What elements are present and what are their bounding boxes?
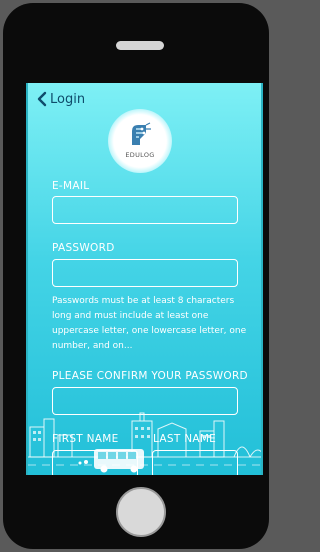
email-label: E-MAIL [52,180,90,192]
logo-text: EDULOG [125,151,155,159]
logo-badge: EDULOG [116,117,164,165]
last-name-label: LAST NAME [153,433,217,445]
confirm-password-label: PLEASE CONFIRM YOUR PASSWORD [52,370,248,382]
first-name-label: FIRST NAME [52,433,119,445]
email-field[interactable] [52,196,238,224]
back-label: Login [50,91,86,107]
speaker-grille [116,41,164,50]
home-button[interactable] [116,487,166,537]
last-name-field[interactable] [152,450,238,475]
first-name-field[interactable] [52,450,138,475]
back-button[interactable]: Login [36,91,85,107]
app-screen: Login EDULOG E-MAIL PASSWORD Passwords m… [26,83,263,475]
bus-circuit-icon [132,122,151,145]
password-hint: Passwords must be at least 8 characters … [52,296,247,351]
chevron-left-icon [37,91,47,107]
password-label: PASSWORD [52,242,115,254]
logo: EDULOG [108,109,172,173]
phone-frame: Login EDULOG E-MAIL PASSWORD Passwords m… [3,3,269,549]
password-field[interactable] [52,259,238,287]
